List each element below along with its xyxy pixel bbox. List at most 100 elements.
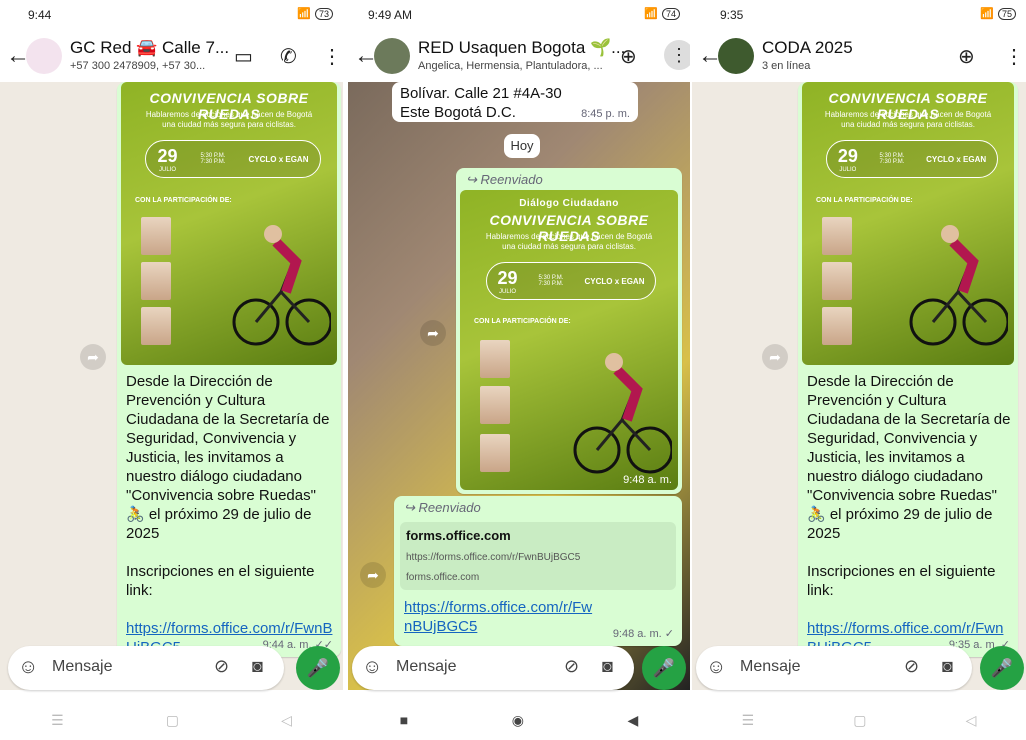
message-bubble[interactable]: CONVIVENCIA SOBRE RUEDAS Hablaremos de a… [798, 82, 1018, 657]
message-body: Desde la Dirección de Prevención y Cultu… [126, 373, 330, 542]
poster-description: Hablaremos de acciones que hacen de Bogo… [145, 110, 313, 129]
form-link[interactable]: https://forms.office.com/r/FwnBUjBGC5 [404, 598, 594, 636]
system-nav-bar: ■ ◉ ◀ [348, 700, 690, 740]
cyclist-illustration [909, 225, 1008, 346]
attach-icon[interactable]: ⊘ [564, 656, 579, 677]
link-preview[interactable]: forms.office.com https://forms.office.co… [400, 522, 676, 590]
battery-indicator: 75 [997, 7, 1016, 20]
status-bar: 9:35 📶 75 [692, 0, 1026, 30]
group-avatar[interactable] [374, 38, 410, 74]
signal-icon: 📶 [980, 8, 994, 20]
attach-icon[interactable]: ⊘ [904, 656, 919, 677]
message-text: Desde la Dirección de Prevención y Cultu… [126, 372, 336, 657]
previous-message-time: 8:45 p. m. [581, 108, 630, 120]
more-menu-icon[interactable]: ⋮ [664, 40, 690, 70]
status-bar: 9:44 📶 73 [0, 0, 343, 30]
message-text: Desde la Dirección de Prevención y Cultu… [807, 372, 1011, 657]
message-input[interactable]: Mensaje [396, 658, 456, 676]
link-message-bubble[interactable]: ↪ Reenviado forms.office.com https://for… [394, 496, 682, 646]
poster-description: Hablaremos de acciones que hacen de Bogo… [485, 232, 653, 251]
date-month: JULIO [499, 288, 517, 295]
back-nav-icon[interactable]: ◁ [966, 712, 977, 729]
signal-icon: 📶 [297, 8, 311, 20]
message-bubble[interactable]: CONVIVENCIA SOBRE RUEDAS Hablaremos de a… [117, 82, 341, 657]
compose-bar[interactable]: ☺ Mensaje ⊘ ◙ [696, 646, 972, 690]
phone-call-icon[interactable]: ✆ [280, 44, 297, 69]
call-add-icon[interactable]: ⊕ [620, 44, 637, 69]
image-message-bubble[interactable]: ↪ Reenviado Diálogo Ciudadano CONVIVENCI… [456, 168, 682, 494]
camera-icon[interactable]: ◙ [252, 656, 263, 677]
mic-button[interactable]: 🎤 [296, 646, 340, 690]
call-add-icon[interactable]: ⊕ [958, 44, 975, 69]
date-chip: Hoy [504, 134, 540, 158]
message-input[interactable]: Mensaje [52, 658, 112, 676]
previous-message[interactable]: Bolívar. Calle 21 #4A-30 Este Bogotá D.C… [392, 82, 638, 122]
date-month: JULIO [839, 166, 857, 173]
chat-wallpaper[interactable]: Bolívar. Calle 21 #4A-30 Este Bogotá D.C… [348, 82, 690, 690]
status-bar: 9:49 AM 📶 74 [348, 0, 690, 30]
forward-icon[interactable]: ➦ [762, 344, 788, 370]
poster-description: Hablaremos de acciones que hacen de Bogo… [824, 110, 992, 129]
poster-date: 29 JULIO 5:30 P.M. 7:30 P.M. CYCLO x EGAN [826, 140, 998, 178]
date-chip-label: Hoy [510, 138, 534, 153]
forward-icon[interactable]: ➦ [80, 344, 106, 370]
participation-label: CON LA PARTICIPACIÓN DE: [474, 318, 571, 325]
chat-title[interactable]: RED Usaquen Bogota 🌱... [418, 38, 625, 58]
attach-icon[interactable]: ⊘ [214, 656, 229, 677]
more-menu-icon[interactable]: ⋮ [1004, 44, 1024, 69]
date-day: 29 [837, 145, 858, 166]
compose-bar[interactable]: ☺ Mensaje ⊘ ◙ [8, 646, 284, 690]
home-nav-icon[interactable]: ◉ [512, 712, 524, 729]
menu-nav-icon[interactable]: ☰ [742, 712, 755, 729]
chat-area[interactable]: ➦ CONVIVENCIA SOBRE RUEDAS Hablaremos de… [692, 82, 1026, 690]
forwarded-text: Reenviado [418, 500, 481, 515]
video-call-icon[interactable]: ▭ [234, 44, 253, 69]
chat-header: ← CODA 2025 3 en línea ⊕ ⋮ [692, 30, 1026, 82]
home-nav-icon[interactable]: ▢ [166, 712, 179, 729]
phone-1: 9:44 📶 73 ← GC Red 🚘 Calle 7... +57 300 2… [0, 0, 343, 740]
speaker-photo [480, 386, 510, 424]
menu-nav-icon[interactable]: ☰ [51, 712, 64, 729]
emoji-icon[interactable]: ☺ [362, 656, 382, 679]
system-nav-bar: ☰ ▢ ◁ [0, 700, 343, 740]
camera-icon[interactable]: ◙ [942, 656, 953, 677]
recents-nav-icon[interactable]: ■ [400, 712, 408, 728]
group-avatar[interactable] [718, 38, 754, 74]
status-time: 9:44 [28, 8, 52, 22]
link-preview-host: forms.office.com [406, 572, 480, 583]
home-nav-icon[interactable]: ▢ [853, 712, 866, 729]
forward-icon[interactable]: ➦ [360, 562, 386, 588]
poster-image[interactable]: CONVIVENCIA SOBRE RUEDAS Hablaremos de a… [802, 82, 1014, 365]
wifi-icon: 📶 [644, 8, 658, 20]
emoji-icon[interactable]: ☺ [18, 656, 38, 679]
poster-pretitle: Diálogo Ciudadano [519, 198, 619, 209]
camera-icon[interactable]: ◙ [602, 656, 613, 677]
back-nav-icon[interactable]: ◁ [281, 712, 292, 729]
venue: CYCLO x EGAN [584, 276, 645, 286]
message-body: Desde la Dirección de Prevención y Cultu… [807, 373, 1011, 542]
date-month: JULIO [159, 166, 177, 173]
mic-button[interactable]: 🎤 [642, 646, 686, 690]
group-avatar[interactable] [26, 38, 62, 74]
poster-image[interactable]: Diálogo Ciudadano CONVIVENCIA SOBRE RUED… [460, 190, 678, 490]
speaker-photo [141, 217, 171, 255]
chat-title[interactable]: GC Red 🚘 Calle 7... [70, 38, 229, 58]
forward-icon[interactable]: ➦ [420, 320, 446, 346]
chat-area[interactable]: ➦ CONVIVENCIA SOBRE RUEDAS Hablaremos de… [0, 82, 343, 690]
forwarded-label: ↪ Reenviado [466, 172, 543, 187]
more-menu-icon[interactable]: ⋮ [322, 44, 342, 69]
end-time: 7:30 P.M. [879, 159, 905, 165]
compose-bar[interactable]: ☺ Mensaje ⊘ ◙ [352, 646, 634, 690]
chat-title[interactable]: CODA 2025 [762, 38, 853, 58]
cyclist-illustration [232, 225, 331, 346]
mic-button[interactable]: 🎤 [980, 646, 1024, 690]
speaker-photo [480, 434, 510, 472]
poster-image[interactable]: CONVIVENCIA SOBRE RUEDAS Hablaremos de a… [121, 82, 337, 365]
link-preview-url: https://forms.office.com/r/FwnBUjBGC5 [406, 552, 581, 563]
poster-date: 29 JULIO 5:30 P.M. 7:30 P.M. CYCLO x EGAN [486, 262, 656, 300]
emoji-icon[interactable]: ☺ [706, 656, 726, 679]
message-input[interactable]: Mensaje [740, 658, 800, 676]
back-nav-icon[interactable]: ◀ [627, 712, 638, 729]
end-time: 7:30 P.M. [538, 281, 564, 287]
status-time: 9:35 [720, 8, 744, 22]
